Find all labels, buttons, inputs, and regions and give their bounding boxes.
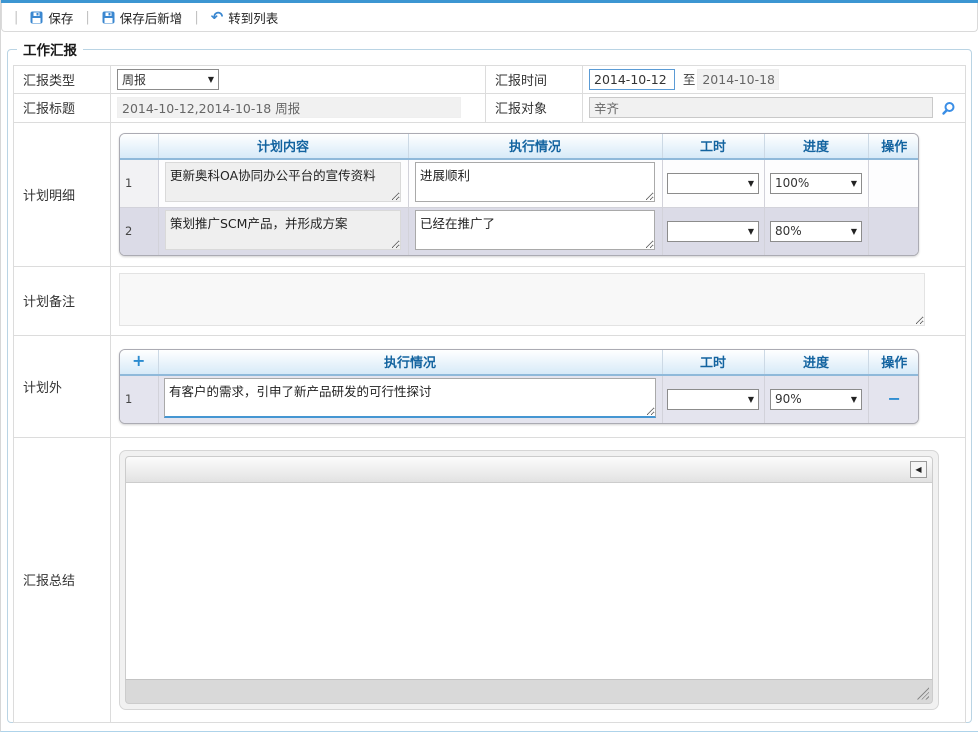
chevron-down-icon: ▼: [851, 395, 857, 404]
progress-select[interactable]: 80% ▼: [770, 221, 862, 242]
progress-selected-value: 100%: [775, 176, 809, 190]
save-and-new-button-label: 保存后新增: [120, 8, 183, 27]
report-time-start-input[interactable]: [589, 69, 675, 90]
chevron-down-icon: ▼: [851, 179, 857, 188]
go-to-list-button[interactable]: ↶ 转到列表: [211, 8, 279, 27]
report-type-selected-value: 周报: [122, 71, 146, 88]
summary-rich-editor: ◀: [119, 450, 939, 710]
progress-select[interactable]: 90% ▼: [770, 389, 862, 410]
row-index: 2: [120, 207, 158, 255]
report-type-label: 汇报类型: [14, 66, 111, 94]
plan-detail-header-progress: 进度: [764, 134, 868, 159]
extra-plan-header-progress: 进度: [764, 350, 868, 375]
report-time-end-input[interactable]: [697, 69, 779, 90]
extra-plan-header-hours: 工时: [662, 350, 764, 375]
save-and-new-button[interactable]: 保存后新增: [102, 8, 183, 27]
chevron-down-icon: ▼: [851, 227, 857, 236]
collapse-left-icon: ◀: [915, 465, 921, 474]
editor-toolbar: ◀: [125, 456, 933, 483]
extra-plan-header-action: 操作: [868, 350, 919, 375]
report-time-label: 汇报时间: [486, 66, 583, 94]
report-target-label: 汇报对象: [486, 94, 583, 123]
execution-textarea[interactable]: 有客户的需求，引申了新产品研发的可行性探讨: [164, 378, 656, 418]
report-target-input[interactable]: [589, 97, 933, 118]
summary-label: 汇报总结: [14, 437, 111, 722]
execution-textarea[interactable]: 进展顺利: [415, 162, 655, 202]
resize-handle[interactable]: [916, 687, 929, 700]
report-form-table: 汇报类型 周报 ▼ 汇报时间 至 汇报标题 汇报对象: [13, 65, 966, 723]
plan-detail-header-execution: 执行情况: [408, 134, 662, 159]
extra-plan-header-execution: 执行情况: [158, 350, 662, 375]
chevron-down-icon: ▼: [748, 179, 754, 188]
hours-select[interactable]: ▼: [667, 173, 759, 194]
chevron-down-icon: ▼: [748, 395, 754, 404]
fieldset-title: 工作汇报: [17, 39, 83, 59]
floppy-icon: [102, 11, 115, 24]
progress-selected-value: 80%: [775, 224, 802, 238]
plan-note-label: 计划备注: [14, 266, 111, 335]
plan-content-textarea[interactable]: 更新奥科OA协同办公平台的宣传资料: [165, 162, 401, 202]
plan-detail-grid: 计划内容 执行情况 工时 进度 操作 1 更新奥科OA协同办公平台的宣传资料 进…: [119, 133, 919, 256]
save-button-label: 保存: [48, 8, 73, 27]
plan-content-textarea[interactable]: 策划推广SCM产品，并形成方案: [165, 210, 401, 250]
progress-selected-value: 90%: [775, 392, 802, 406]
hours-select[interactable]: ▼: [667, 389, 759, 410]
execution-textarea[interactable]: 已经在推广了: [415, 210, 655, 250]
extra-plan-row: 1 有客户的需求，引申了新产品研发的可行性探讨 ▼: [120, 375, 919, 423]
row-index: 1: [120, 375, 158, 423]
action-cell: [868, 207, 919, 255]
report-time-separator: 至: [683, 72, 696, 87]
progress-select[interactable]: 100% ▼: [770, 173, 862, 194]
chevron-down-icon: ▼: [748, 227, 754, 236]
editor-status-bar: [125, 679, 933, 704]
save-button[interactable]: 保存: [30, 8, 73, 27]
plan-detail-label: 计划明细: [14, 122, 111, 266]
plan-note-textarea[interactable]: [119, 273, 925, 326]
plan-detail-row: 1 更新奥科OA协同办公平台的宣传资料 进展顺利 ▼: [120, 159, 919, 208]
editor-toolbar-toggle-button[interactable]: ◀: [910, 461, 927, 478]
hours-select[interactable]: ▼: [667, 221, 759, 242]
action-cell: [868, 159, 919, 208]
work-report-fieldset: 工作汇报 汇报类型 周报 ▼ 汇报时间 至 汇报标题: [7, 39, 972, 723]
extra-plan-label: 计划外: [14, 335, 111, 437]
floppy-icon: [30, 11, 43, 24]
plan-detail-header-content: 计划内容: [158, 134, 408, 159]
report-type-select[interactable]: 周报 ▼: [117, 69, 219, 90]
toolbar-separator: |: [14, 10, 18, 25]
toolbar-separator: |: [194, 10, 198, 25]
add-row-button[interactable]: +: [132, 354, 145, 368]
back-arrow-icon: ↶: [211, 11, 224, 23]
plan-detail-header-action: 操作: [868, 134, 919, 159]
remove-row-button[interactable]: −: [888, 392, 901, 406]
toolbar: | 保存 | 保存后新增 | ↶ 转到列表: [1, 3, 978, 32]
toolbar-separator: |: [85, 10, 89, 25]
go-to-list-button-label: 转到列表: [228, 8, 278, 27]
search-icon[interactable]: [941, 105, 956, 119]
summary-editor-content[interactable]: [125, 483, 933, 679]
report-title-label: 汇报标题: [14, 94, 111, 123]
page: | 保存 | 保存后新增 | ↶ 转到列表 工作汇报 汇报类型 周报 ▼: [0, 0, 978, 732]
chevron-down-icon: ▼: [208, 75, 214, 84]
extra-plan-grid: + 执行情况 工时 进度 操作 1 有客户的需求，引申了新产品研发的可行性探讨: [119, 349, 919, 424]
plan-detail-header-hours: 工时: [662, 134, 764, 159]
plan-detail-header-index: [120, 134, 158, 159]
row-index: 1: [120, 159, 158, 208]
report-title-input[interactable]: [117, 97, 461, 118]
plan-detail-row: 2 策划推广SCM产品，并形成方案 已经在推广了 ▼: [120, 207, 919, 255]
